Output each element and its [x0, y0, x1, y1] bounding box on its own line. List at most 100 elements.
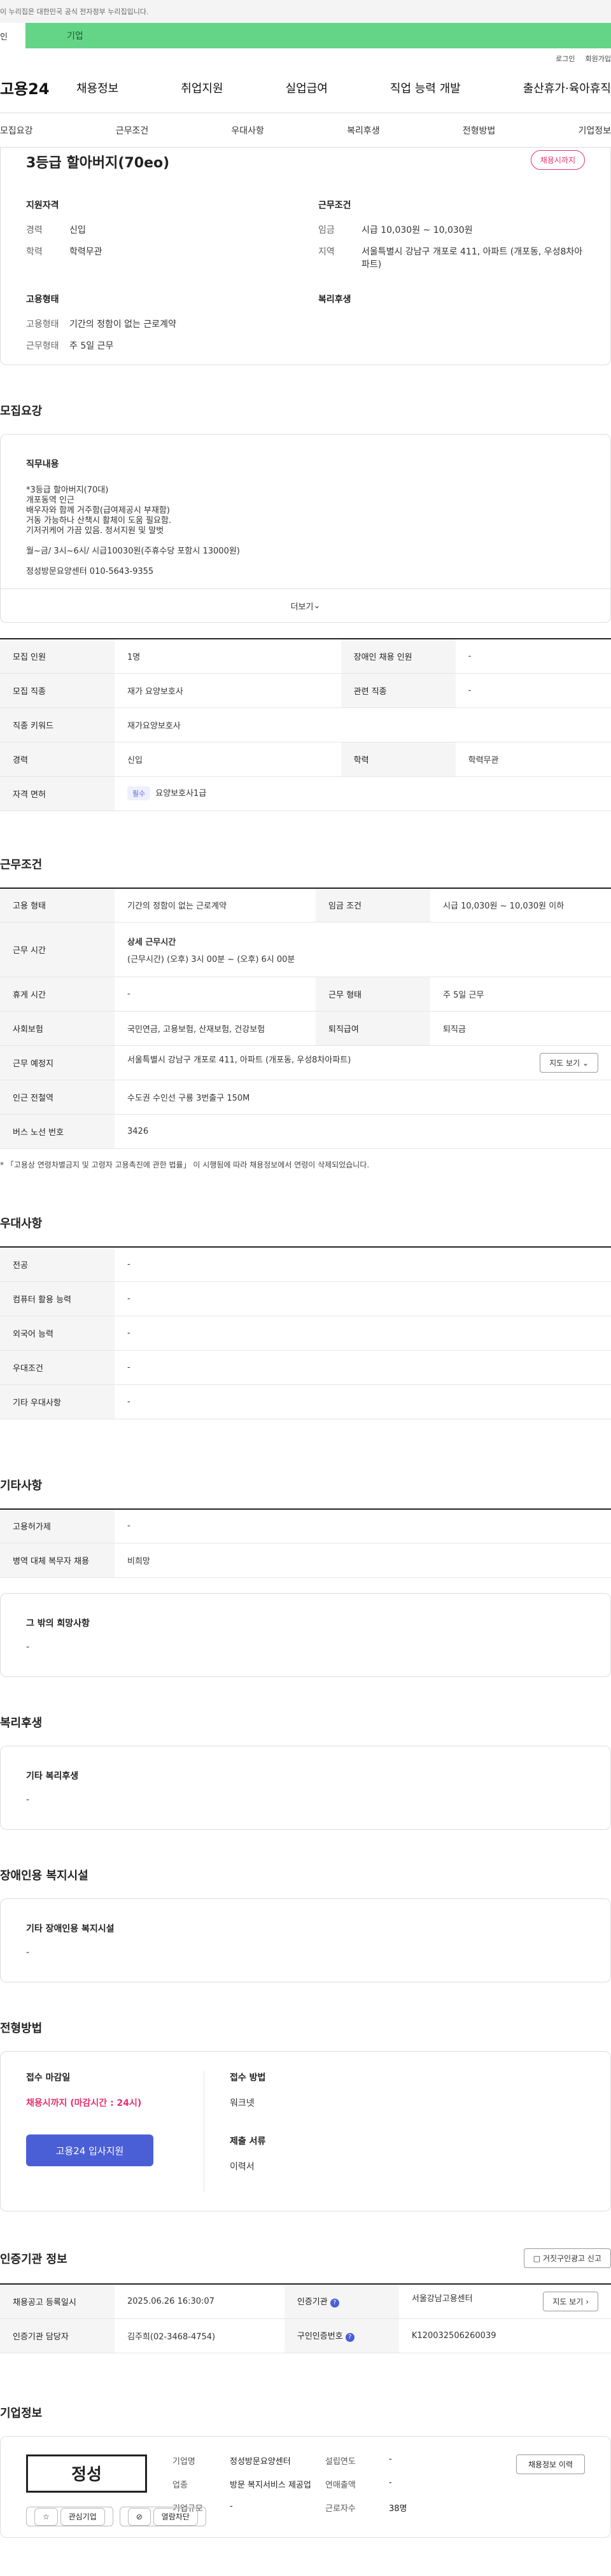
th-related: 관련 직종 — [341, 673, 456, 708]
td-bus: 3426 — [115, 1114, 611, 1149]
td-reg: 2025.06.26 16:30:07 — [115, 2284, 284, 2319]
history-button[interactable]: 채용정보 이력 — [516, 2454, 585, 2474]
th-edu: 학력 — [341, 742, 456, 777]
prefer-table: 전공 - 컴퓨터 활용 능력 - 외국어 능력 - 우대조건 - 기타 우대사항 - — [0, 1246, 611, 1419]
wish-title: 그 밖의 희망사항 — [26, 1619, 90, 1629]
job-summary-card: 3등급 할아버지(70eo) 채용시까지 지원자격 경력 신입 학력 학력무관 근무… — [0, 148, 611, 365]
join-link[interactable]: 회원가입 — [586, 53, 611, 63]
qual-career: 경력 신입 — [26, 225, 86, 235]
company-name-label: 기업명 — [172, 2456, 195, 2467]
table-row: 모집 인원 1명 장애인 채용 인원 - — [0, 639, 611, 674]
th-computer: 컴퓨터 활용 능력 — [0, 1281, 115, 1316]
required-tag: 필수 — [127, 786, 151, 800]
work-section-title: 근무조건 — [0, 858, 43, 872]
th-insurance: 사회보험 — [0, 1011, 115, 1046]
question-icon[interactable]: ? — [345, 2333, 355, 2342]
agency-table: 채용공고 등록일시 2025.06.26 16:30:07 인증기관? 서울강남고… — [0, 2283, 611, 2353]
table-row: 우대조건 - — [0, 1350, 611, 1385]
anchor-prefer[interactable]: 우대사항 — [231, 124, 264, 137]
docs-value: 이력서 — [230, 2162, 255, 2172]
th-job: 모집 직종 — [0, 673, 115, 708]
emp-type: 고용형태 기간의 정함이 없는 근로계약 — [26, 319, 176, 330]
global-nav: 고용24 채용정보 취업지원 실업급여 직업 능력 개발 출산휴가·육아휴직 — [0, 62, 611, 113]
anchor-screening[interactable]: 전형방법 — [463, 124, 496, 137]
agency-section-title: 인증기관 정보 — [0, 2252, 67, 2266]
table-row: 외국어 능력 - — [0, 1316, 611, 1351]
duty-line: *3등급 할아버지(70대) — [26, 485, 109, 495]
gnb-item-leave[interactable]: 출산휴가·육아휴직 — [523, 80, 611, 96]
tab-individual[interactable]: 인 — [0, 23, 25, 48]
table-row: 버스 노선 번호 3426 — [0, 1114, 611, 1149]
anchor-welfare[interactable]: 복리후생 — [347, 124, 380, 137]
td-prefer-cond: - — [115, 1350, 611, 1385]
question-icon[interactable]: ? — [330, 2299, 339, 2308]
th-disabled: 장애인 채용 인원 — [341, 639, 456, 674]
docs-title: 제출 서류 — [230, 2136, 266, 2147]
th-bus: 버스 노선 번호 — [0, 1114, 115, 1149]
gov-notice-bar: 이 누리집은 대한민국 공식 전자정부 누리집입니다. — [0, 0, 611, 23]
login-link[interactable]: 로그인 — [556, 53, 575, 63]
welfare-section-title: 복리후생 — [0, 1716, 43, 1730]
disabled-box-title: 기타 장애인용 복지시설 — [26, 1924, 115, 1934]
interest-button[interactable]: ☆ 관심기업 — [26, 2506, 113, 2526]
report-button-label: 거짓구인광고 신고 — [542, 2254, 601, 2263]
company-logo-text: 정성 — [71, 2465, 102, 2484]
cond-wage: 임금 시급 10,030원 ~ 10,030원 — [318, 225, 473, 235]
age-law-note: * 「고용상 연령차별금지 및 고령자 고용촉진에 관한 법률」 이 시행됨에 … — [0, 1160, 370, 1169]
qual-block: 지원자격 경력 신입 학력 학력무관 — [26, 198, 293, 280]
td-place: 서울특별시 강남구 개포로 411, 아파트 (개포동, 우성8차아파트) 지도 … — [115, 1045, 611, 1080]
agency-map-button[interactable]: 지도 보기 › — [543, 2291, 598, 2311]
place-value: 서울특별시 강남구 개포로 411, 아파트 (개포동, 우성8차아파트) — [127, 1055, 351, 1065]
report-button[interactable]: □ 거짓구인광고 신고 — [523, 2248, 611, 2268]
hours-subtitle: 상세 근무시간 — [127, 937, 176, 947]
company-logo: 정성 — [26, 2454, 147, 2493]
company-info: 기업명 정성방문요양센터 설립연도 - 업종 방문 복지서비스 제공업 연매출액 - 기… — [172, 2454, 491, 2514]
apply-button[interactable]: 고용24 입사지원 — [26, 2134, 153, 2166]
gnb-item-employment-support[interactable]: 취업지원 — [181, 80, 223, 96]
block-button[interactable]: ⊘ 열람차단 — [119, 2506, 206, 2526]
more-button[interactable]: 더보기 ⌄ — [0, 588, 611, 623]
anchor-company[interactable]: 기업정보 — [578, 124, 611, 137]
table-row: 휴게 시간 - 근무 형태 주 5일 근무 — [0, 977, 611, 1012]
gnb-item-jobs[interactable]: 채용정보 — [76, 80, 118, 96]
industry-value: 방문 복지서비스 제공업 — [230, 2480, 311, 2490]
duty-line: 배우자와 함께 거주함(급여제공시 부재함) — [26, 506, 170, 515]
td-career: 신입 — [115, 742, 341, 777]
wish-box: 그 밖의 희망사항 - — [0, 1593, 611, 1677]
td-language: - — [115, 1316, 611, 1351]
disabled-box: 기타 장애인용 복지시설 - — [0, 1898, 611, 1982]
th-prefer-etc: 기타 우대사항 — [0, 1384, 115, 1419]
th-holiday: 휴게 시간 — [0, 977, 115, 1012]
map-button[interactable]: 지도 보기 ⌄ — [540, 1053, 598, 1073]
welfare-block: 복리후생 — [318, 293, 585, 361]
site-logo[interactable]: 고용24 — [0, 76, 76, 99]
table-row: 직종 키워드 재가요양보호사 — [0, 707, 611, 742]
td-form: 주 5일 근무 — [430, 977, 611, 1012]
company-name: 정성방문요양센터 — [230, 2456, 291, 2467]
apply-left: 접수 마감일 채용시까지 (마감시간 : 24시) 고용24 입사지원 — [26, 2071, 204, 2192]
section-anchor-nav: 모집요강 근무조건 우대사항 복리후생 전형방법 기업정보 — [0, 113, 611, 148]
table-row: 인증기관 담당자 김주희(02-3468-4754) 구인인증번호? K12003… — [0, 2318, 611, 2353]
table-row: 병역 대체 복무자 채용 비희망 — [0, 1543, 611, 1578]
gov-notice-text: 이 누리집은 대한민국 공식 전자정부 누리집입니다. — [0, 8, 149, 16]
th-cert: 구인인증번호? — [284, 2318, 399, 2353]
report-icon: □ — [533, 2254, 541, 2263]
org-label: 인증기관 — [297, 2297, 328, 2308]
gnb-item-unemployment[interactable]: 실업급여 — [286, 80, 328, 96]
hours-value: (근무시간) (오후) 3시 00분 ~ (오후) 6시 00분 — [127, 954, 295, 964]
welfare-box-title: 기타 복리후생 — [26, 1771, 79, 1781]
td-type: 기간의 정함이 없는 근로계약 — [115, 888, 316, 922]
anchor-work[interactable]: 근무조건 — [116, 124, 149, 137]
td-holiday: - — [115, 977, 316, 1012]
gnb-item-training[interactable]: 직업 능력 개발 — [390, 80, 461, 96]
duty-line — [26, 536, 585, 547]
found-value: - — [389, 2454, 392, 2464]
table-row: 근무 시간 상세 근무시간 (근무시간) (오후) 3시 00분 ~ (오후) 6… — [0, 922, 611, 977]
emp-form: 근무형태 주 5일 근무 — [26, 341, 114, 351]
anchor-recruit[interactable]: 모집요강 — [0, 124, 33, 137]
screening-section-title: 전형방법 — [0, 2022, 43, 2035]
duty-line: 거동 가능하나 산책시 활체이 도움 필요함. — [26, 516, 172, 526]
company-buttons: ☆ 관심기업 ⊘ 열람차단 — [26, 2506, 206, 2526]
th-headcount: 모집 인원 — [0, 639, 115, 674]
tab-company[interactable]: 기업 — [25, 23, 611, 48]
